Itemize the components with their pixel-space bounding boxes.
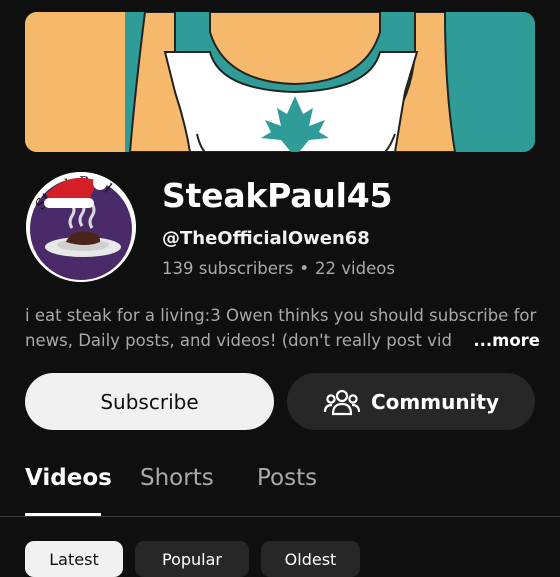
chip-oldest-label: Oldest <box>284 549 337 569</box>
tabs-divider <box>0 516 560 517</box>
channel-avatar[interactable]: Steak Paul <box>26 172 136 282</box>
more-link[interactable]: ...more <box>451 328 540 353</box>
description-line-1: i eat steak for a living:3 Owen thinks y… <box>25 306 537 325</box>
chip-latest[interactable]: Latest <box>25 541 123 577</box>
chip-latest-label: Latest <box>49 549 99 569</box>
tab-shorts[interactable]: Shorts <box>140 465 214 491</box>
video-count: 22 videos <box>315 259 395 278</box>
community-people-icon <box>323 389 361 415</box>
tab-posts[interactable]: Posts <box>257 465 317 491</box>
description-line-2-text: news, Daily posts, and videos! (don't re… <box>25 331 452 350</box>
channel-tabs: Videos Shorts Posts <box>0 455 560 517</box>
subscribe-button[interactable]: Subscribe <box>25 373 274 430</box>
channel-banner <box>25 12 535 152</box>
subscriber-count: 139 subscribers <box>162 259 294 278</box>
channel-name: SteakPaul45 <box>162 176 393 215</box>
community-label: Community <box>370 389 500 414</box>
tab-videos[interactable]: Videos <box>25 465 112 491</box>
chip-popular[interactable]: Popular <box>135 541 249 577</box>
channel-stats: 139 subscribers • 22 videos <box>162 259 395 278</box>
channel-handle: @TheOfficialOwen68 <box>162 228 370 249</box>
description-line-2: news, Daily posts, and videos! (don't re… <box>25 328 540 353</box>
chip-oldest[interactable]: Oldest <box>261 541 360 577</box>
chip-popular-label: Popular <box>162 549 222 569</box>
stats-separator: • <box>299 259 310 278</box>
channel-description[interactable]: i eat steak for a living:3 Owen thinks y… <box>25 303 545 353</box>
community-button[interactable]: Community <box>287 373 535 430</box>
subscribe-label: Subscribe <box>100 389 199 414</box>
